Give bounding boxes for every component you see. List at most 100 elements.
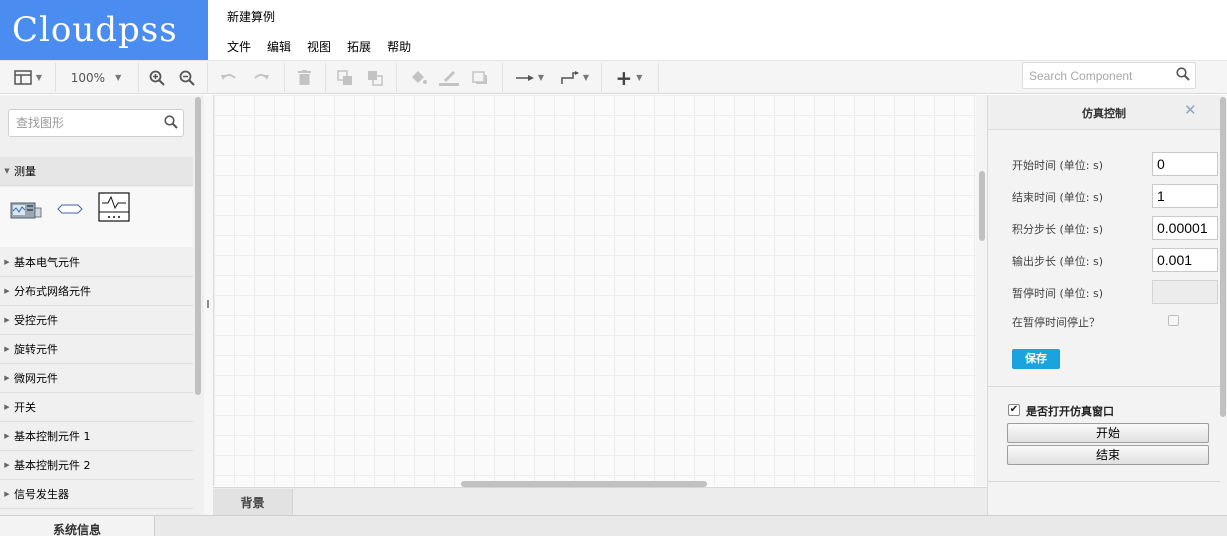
category-distributed-network[interactable]: ▶ 分布式网络元件 [0,277,193,306]
category-label: 开关 [14,401,36,414]
caret-right-icon: ▶ [4,461,10,469]
end-simulation-button[interactable]: 结束 [1007,445,1209,465]
chevron-down-icon: ▼ [115,73,122,82]
canvas-vertical-scrollbar[interactable] [976,95,987,486]
caret-right-icon: ▶ [4,374,10,382]
shape-sidebar: ▼ 测量 ▶基本电气元件 ▶分布式网络元件 ▶受控元件 ▶旋转元件 ▶微网元件 … [0,95,204,515]
delete-button[interactable] [293,61,315,94]
menu-edit[interactable]: 编辑 [267,38,291,55]
zoom-level: 100% [70,70,106,85]
open-window-label: 是否打开仿真窗口 [1026,405,1114,418]
sidebar-scrollbar[interactable] [195,97,201,395]
category-rotating[interactable]: ▶ 旋转元件 [0,335,193,364]
diagram-canvas[interactable] [213,95,976,486]
line-color-button[interactable] [437,61,461,94]
category-microgrid[interactable]: ▶ 微网元件 [0,364,193,393]
document-title: 新建算例 [227,10,276,24]
start-simulation-button[interactable]: 开始 [1007,423,1209,443]
waypoint-icon [561,70,579,84]
zoom-select[interactable]: 100% ▼ [62,61,130,94]
app-logo: Cloudpss [0,0,208,60]
menu-bar: 文件 编辑 视图 拓展 帮助 [227,38,411,55]
menu-view[interactable]: 视图 [307,38,331,55]
panel-header: 仿真控制 ✕ [988,95,1220,130]
category-switch[interactable]: ▶ 开关 [0,393,193,422]
component-search-input[interactable] [1023,63,1168,88]
waypoint-button[interactable]: ▼ [556,61,594,94]
shape-search-input[interactable] [9,110,159,136]
caret-right-icon: ▶ [4,490,10,498]
close-icon[interactable]: ✕ [1184,101,1197,119]
caret-right-icon: ▶ [4,403,10,411]
fill-color-button[interactable] [406,61,430,94]
tab-system-info[interactable]: 系统信息 [0,516,155,536]
category-basic-control-1[interactable]: ▶ 基本控制元件 1 [0,422,193,451]
scroll-thumb[interactable] [979,171,985,241]
scope-display-icon[interactable] [98,192,130,222]
redo-button[interactable] [250,61,272,94]
chevron-down-icon: ▼ [636,73,643,82]
drag-handle-icon: ‖ [206,299,210,308]
to-front-icon [337,69,352,85]
oscilloscope-icon[interactable] [10,199,42,221]
pause-time-input[interactable] [1152,280,1218,304]
pause-stop-checkbox[interactable] [1168,315,1179,326]
menu-extensions[interactable]: 拓展 [347,38,371,55]
fill-color-icon [412,70,427,84]
start-time-input[interactable] [1152,152,1218,176]
shadow-button[interactable] [468,61,492,94]
to-back-button[interactable] [364,61,386,94]
category-label: 受控元件 [14,314,58,327]
end-time-label: 结束时间 (单位: s) [1012,191,1104,204]
caret-right-icon: ▶ [4,345,10,353]
category-basic-electrical[interactable]: ▶ 基本电气元件 [0,248,193,277]
canvas-horizontal-scrollbar[interactable] [213,478,976,487]
zoom-in-button[interactable] [146,61,168,94]
connector-style-button[interactable]: ▼ [510,61,550,94]
category-measurement[interactable]: ▼ 测量 [0,157,193,186]
caret-right-icon: ▶ [4,258,10,266]
line-color-icon [439,70,459,86]
panel-layout-button[interactable]: ▼ [8,61,48,94]
category-basic-control-2[interactable]: ▶ 基本控制元件 2 [0,451,193,480]
category-label: 基本控制元件 2 [14,459,91,472]
menu-help[interactable]: 帮助 [387,38,411,55]
open-window-checkbox[interactable]: ✔ [1008,404,1020,416]
search-icon[interactable] [164,115,178,129]
zoom-out-button[interactable] [176,61,198,94]
to-back-icon [368,70,383,86]
redo-icon [254,73,269,80]
category-label: 信号发生器 [14,488,69,501]
probe-icon[interactable] [57,204,83,214]
output-step-input[interactable] [1152,248,1218,272]
undo-button[interactable] [218,61,240,94]
category-label: 测量 [14,165,36,178]
shape-palette [0,187,193,247]
chevron-down-icon: ▼ [537,73,545,82]
end-time-input[interactable] [1152,184,1218,208]
insert-plus-icon: + [615,65,633,90]
chevron-down-icon: ▼ [582,73,590,82]
menu-file[interactable]: 文件 [227,38,251,55]
category-label: 微网元件 [14,372,58,385]
component-search[interactable] [1022,62,1196,89]
shape-search[interactable] [8,109,184,137]
category-controlled[interactable]: ▶ 受控元件 [0,306,193,335]
panel-scrollbar[interactable] [1220,97,1226,417]
sidebar-splitter[interactable]: ‖ [204,95,213,515]
category-label: 基本电气元件 [14,256,80,269]
output-step-label: 输出步长 (单位: s) [1012,255,1104,268]
to-front-button[interactable] [334,61,356,94]
integration-step-input[interactable] [1152,216,1218,240]
start-time-label: 开始时间 (单位: s) [1012,159,1104,172]
chevron-down-icon: ▼ [35,73,43,82]
search-icon[interactable] [1176,67,1190,81]
simulation-control-panel: 仿真控制 ✕ 开始时间 (单位: s) 结束时间 (单位: s) 积分步长 (单… [987,95,1227,515]
save-button[interactable]: 保存 [1012,349,1060,369]
tab-background[interactable]: 背景 [213,489,293,515]
shadow-icon [472,70,487,84]
category-label: 旋转元件 [14,343,58,356]
category-label: 基本控制元件 1 [14,430,91,443]
category-signal-generator[interactable]: ▶ 信号发生器 [0,480,193,509]
insert-button[interactable]: + ▼ [610,61,648,94]
